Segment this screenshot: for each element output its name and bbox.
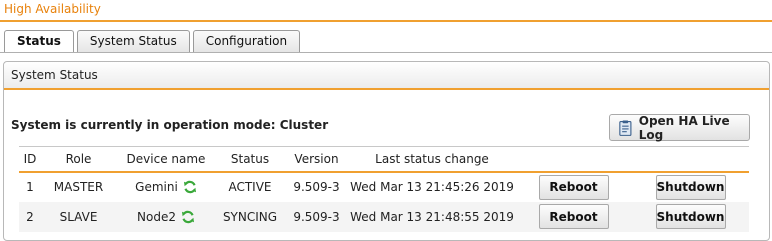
cell-shutdown: Shutdown <box>632 201 749 232</box>
col-device-name: Device name <box>116 146 216 173</box>
table-row: 2 SLAVE Node2 SYNCING 9.509-3 Wed Mar 13… <box>19 201 749 232</box>
tab-divider <box>0 52 772 53</box>
reboot-button[interactable]: Reboot <box>538 204 609 229</box>
tab-system-status[interactable]: System Status <box>76 30 190 52</box>
col-shutdown <box>632 146 749 173</box>
cell-id: 1 <box>26 180 34 194</box>
tab-bar: Status System Status Configuration <box>4 30 303 53</box>
cell-version: 9.509-3 <box>293 180 340 194</box>
col-id: ID <box>19 146 41 173</box>
cell-version: 9.509-3 <box>284 201 349 232</box>
cell-last-status-change: Wed Mar 13 21:45:26 2019 <box>350 180 514 194</box>
tab-configuration[interactable]: Configuration <box>192 30 301 52</box>
open-ha-live-log-button[interactable]: Open HA Live Log <box>609 113 750 142</box>
cell-role: MASTER <box>53 180 104 194</box>
cell-shutdown: Shutdown <box>632 172 749 202</box>
cell-id: 2 <box>19 201 41 232</box>
open-ha-live-log-label: Open HA Live Log <box>638 113 730 142</box>
cell-reboot: Reboot <box>515 172 632 202</box>
cell-status: SYNCING <box>216 201 284 232</box>
device-name-text: Gemini <box>135 180 178 194</box>
title-divider <box>0 20 772 22</box>
ha-nodes-table: ID Role Device name Status Version Last … <box>19 146 749 232</box>
shutdown-button[interactable]: Shutdown <box>655 174 726 200</box>
reboot-button[interactable]: Reboot <box>538 174 609 200</box>
operation-mode-text: System is currently in operation mode: C… <box>11 118 329 132</box>
panel-title: System Status <box>4 62 769 90</box>
refresh-icon[interactable] <box>183 180 197 194</box>
cell-role: SLAVE <box>41 201 116 232</box>
cell-reboot: Reboot <box>515 201 632 232</box>
shutdown-button[interactable]: Shutdown <box>655 204 726 229</box>
log-file-icon <box>619 119 632 136</box>
page-title: High Availability <box>4 2 101 16</box>
system-status-panel: System Status System is currently in ope… <box>3 61 770 241</box>
col-version: Version <box>284 146 349 173</box>
refresh-icon[interactable] <box>181 210 195 224</box>
col-reboot <box>515 146 632 173</box>
cell-device-name: Gemini <box>116 172 216 202</box>
table-header-row: ID Role Device name Status Version Last … <box>19 146 749 173</box>
col-last-status-change: Last status change <box>349 146 515 173</box>
tab-status[interactable]: Status <box>4 30 74 53</box>
cell-last-status-change: Wed Mar 13 21:48:55 2019 <box>349 201 515 232</box>
col-status: Status <box>216 146 284 173</box>
device-name-text: Node2 <box>137 209 176 224</box>
table-row: 1 MASTER Gemini ACTIVE 9.509-3 Wed Mar 1… <box>19 172 749 202</box>
cell-status: ACTIVE <box>228 180 272 194</box>
cell-device-name: Node2 <box>116 201 216 232</box>
col-role: Role <box>41 146 116 173</box>
